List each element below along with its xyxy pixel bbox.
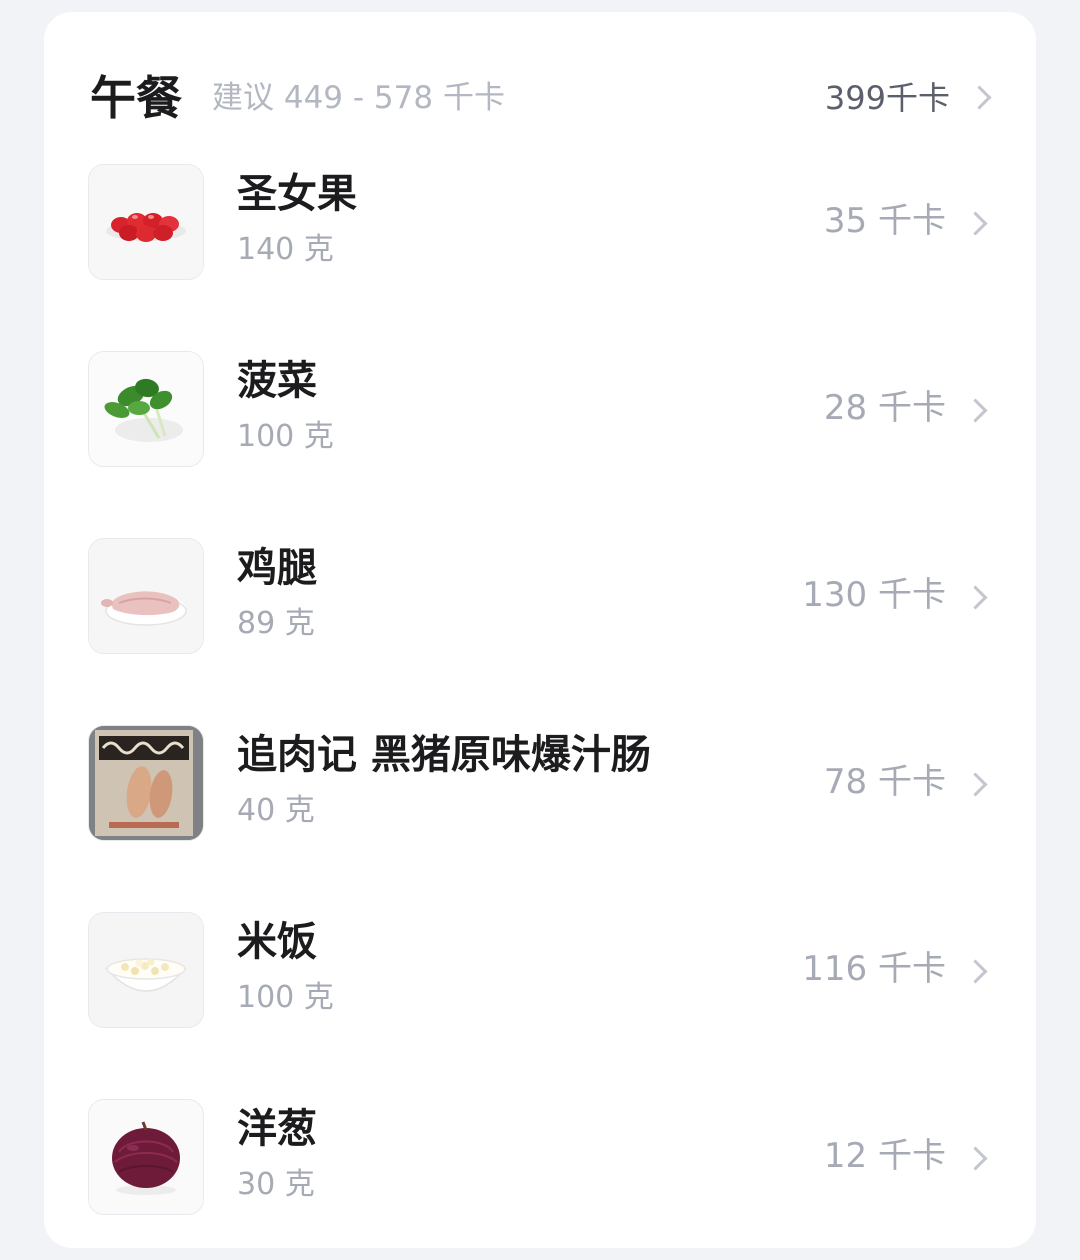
meal-total-kcal: 399千卡 bbox=[824, 79, 950, 117]
chevron-right-icon bbox=[963, 398, 988, 423]
food-name: 米饭 bbox=[237, 919, 317, 965]
chevron-right-icon bbox=[963, 585, 988, 610]
food-quantity: 89 克 bbox=[237, 606, 315, 641]
food-name: 追肉记 黑猪原味爆汁肠 bbox=[237, 732, 651, 778]
food-kcal: 28 千卡 bbox=[823, 388, 946, 428]
food-kcal: 35 千卡 bbox=[823, 201, 946, 241]
meal-title: 午餐 bbox=[90, 71, 182, 125]
food-quantity: 40 克 bbox=[237, 793, 315, 828]
food-item[interactable]: 米饭 100 克 116 千卡 bbox=[88, 912, 992, 1030]
onion-image bbox=[88, 1099, 204, 1215]
food-item[interactable]: 圣女果 140 克 35 千卡 bbox=[88, 164, 992, 282]
sausage-package-image bbox=[88, 725, 204, 841]
food-item[interactable]: 菠菜 100 克 28 千卡 bbox=[88, 351, 992, 469]
food-kcal: 12 千卡 bbox=[823, 1136, 946, 1176]
food-kcal: 78 千卡 bbox=[823, 762, 946, 802]
meal-header[interactable]: 午餐 建议 449 - 578 千卡 399千卡 bbox=[90, 62, 994, 134]
food-quantity: 140 克 bbox=[237, 232, 334, 267]
chicken-leg-image bbox=[88, 538, 204, 654]
food-item[interactable]: 追肉记 黑猪原味爆汁肠 40 克 78 千卡 bbox=[88, 725, 992, 843]
food-kcal: 130 千卡 bbox=[802, 575, 946, 615]
food-name: 鸡腿 bbox=[237, 545, 317, 591]
food-item[interactable]: 洋葱 30 克 12 千卡 bbox=[88, 1099, 992, 1217]
lunch-card: 午餐 建议 449 - 578 千卡 399千卡 圣女果 140 克 35 千卡 bbox=[44, 12, 1036, 1248]
chevron-right-icon bbox=[963, 772, 988, 797]
food-name: 菠菜 bbox=[237, 358, 317, 404]
food-kcal: 116 千卡 bbox=[802, 949, 946, 989]
meal-suggestion: 建议 449 - 578 千卡 bbox=[212, 80, 505, 116]
food-quantity: 100 克 bbox=[237, 980, 334, 1015]
food-quantity: 30 克 bbox=[237, 1167, 315, 1202]
chevron-right-icon bbox=[967, 85, 992, 110]
food-name: 圣女果 bbox=[237, 171, 357, 217]
chevron-right-icon bbox=[963, 1146, 988, 1171]
food-quantity: 100 克 bbox=[237, 419, 334, 454]
food-item[interactable]: 鸡腿 89 克 130 千卡 bbox=[88, 538, 992, 656]
rice-bowl-image bbox=[88, 912, 204, 1028]
chevron-right-icon bbox=[963, 211, 988, 236]
food-name: 洋葱 bbox=[237, 1106, 317, 1152]
spinach-image bbox=[88, 351, 204, 467]
chevron-right-icon bbox=[963, 959, 988, 984]
cherry-tomato-image bbox=[88, 164, 204, 280]
